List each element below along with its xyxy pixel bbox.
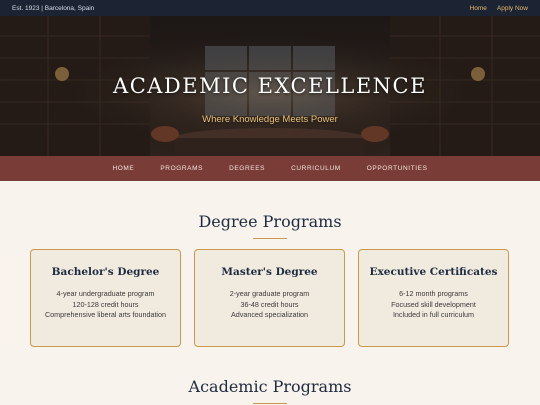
hero-subtitle: Where Knowledge Meets Power — [202, 114, 338, 125]
home-link[interactable]: Home — [470, 5, 487, 12]
executive-certificates-card[interactable]: Executive Certificates 6-12 month progra… — [358, 249, 509, 347]
establishment-info: Est. 1923 | Barcelona, Spain — [12, 4, 95, 12]
card-line: 6-12 month programs — [399, 289, 468, 298]
heading-divider — [253, 403, 287, 404]
card-line: 2-year graduate program — [229, 289, 310, 298]
academic-programs-heading: Academic Programs — [188, 377, 352, 396]
card-title: Master's Degree — [221, 266, 318, 278]
card-title: Bachelor's Degree — [51, 266, 160, 278]
nav-degrees[interactable]: DEGREES — [216, 165, 278, 172]
card-line: 36-48 credit hours — [240, 299, 299, 309]
card-line: 120-128 credit hours — [72, 299, 139, 309]
nav-opportunities[interactable]: OPPORTUNITIES — [354, 165, 441, 172]
card-line: Included in full curriculum — [392, 310, 475, 319]
degree-programs-heading: Degree Programs — [198, 212, 342, 231]
hero-title: ACADEMIC EXCELLENCE — [113, 74, 427, 98]
bachelors-degree-card[interactable]: Bachelor's Degree 4-year undergraduate p… — [30, 249, 181, 347]
card-line: Comprehensive liberal arts foundation — [44, 310, 167, 319]
main-navigation: HOME PROGRAMS DEGREES CURRICULUM OPPORTU… — [0, 156, 540, 181]
top-links: Home Apply Now — [470, 5, 528, 12]
card-title: Executive Certificates — [369, 266, 498, 278]
heading-divider — [253, 238, 287, 239]
apply-now-link[interactable]: Apply Now — [497, 5, 528, 12]
top-bar: Est. 1923 | Barcelona, Spain Home Apply … — [0, 0, 540, 16]
nav-curriculum[interactable]: CURRICULUM — [278, 165, 354, 172]
nav-programs[interactable]: PROGRAMS — [147, 165, 216, 172]
masters-degree-card[interactable]: Master's Degree 2-year graduate program … — [194, 249, 345, 347]
card-line: 4-year undergraduate program — [56, 289, 155, 298]
card-line: Advanced specialization — [230, 310, 309, 319]
hero-banner: ACADEMIC EXCELLENCE Where Knowledge Meet… — [0, 16, 540, 156]
nav-home[interactable]: HOME — [99, 165, 147, 172]
card-line: Focused skill development — [391, 299, 476, 309]
